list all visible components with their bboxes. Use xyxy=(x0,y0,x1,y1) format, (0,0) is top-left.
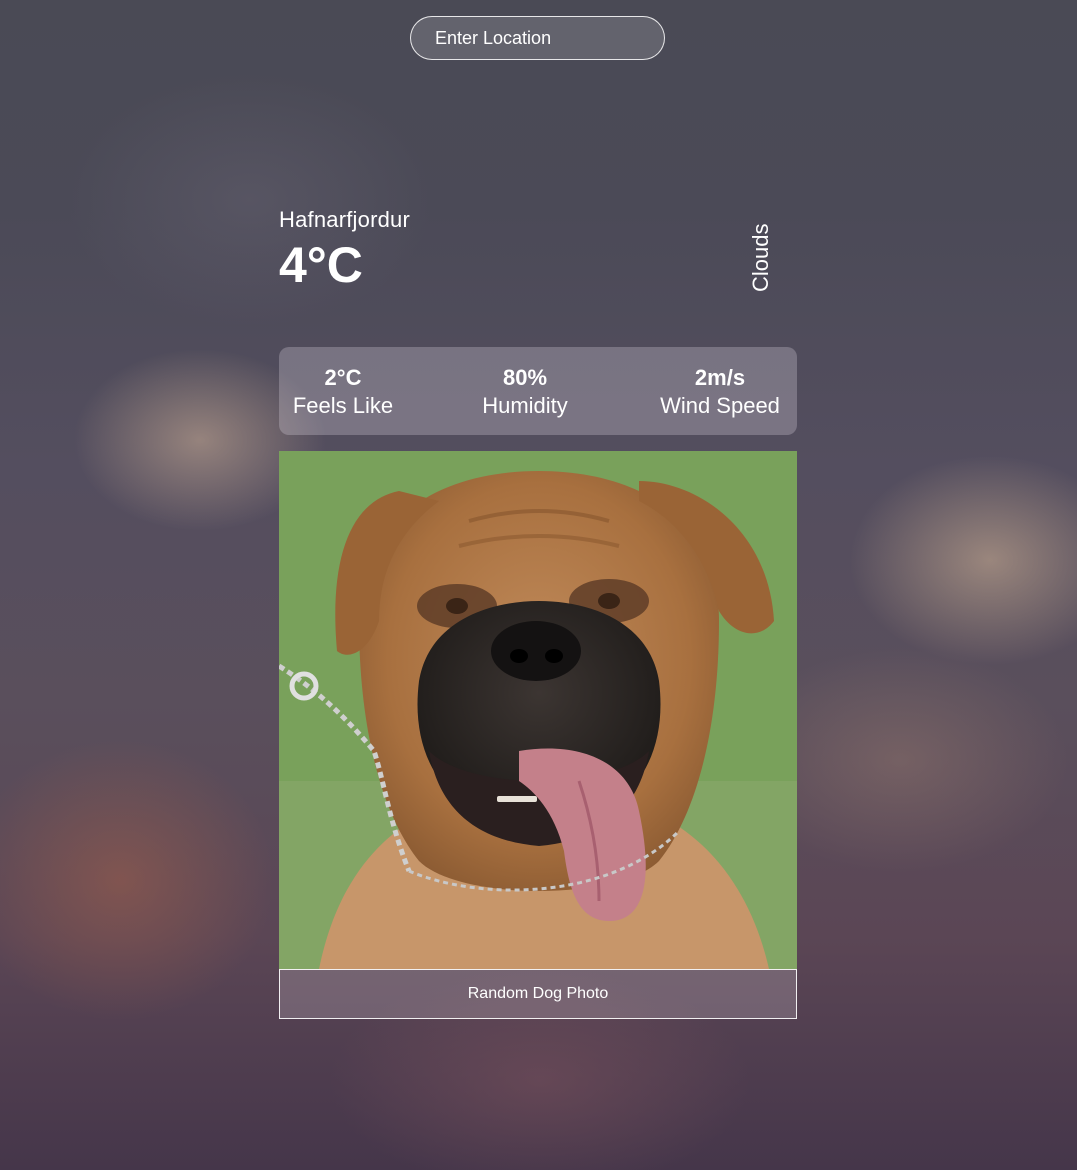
wind-speed-value: 2m/s xyxy=(694,365,746,390)
location-search-input[interactable] xyxy=(410,16,665,60)
city-name: Hafnarfjordur xyxy=(279,207,410,232)
weather-description: Clouds xyxy=(748,223,773,292)
stat-humidity: 80% Humidity xyxy=(469,364,581,420)
feels-like-label: Feels Like xyxy=(292,393,394,418)
humidity-value: 80% xyxy=(502,365,548,390)
random-dog-photo-button[interactable]: Random Dog Photo xyxy=(279,969,797,1019)
dog-photo-image xyxy=(279,451,797,969)
current-temperature: 4°C xyxy=(279,237,363,293)
weather-stats-panel: 2°C Feels Like 80% Humidity 2m/s Wind Sp… xyxy=(279,347,797,435)
wind-speed-label: Wind Speed xyxy=(660,393,780,418)
dog-photo xyxy=(279,451,797,969)
feels-like-value: 2°C xyxy=(324,365,362,390)
stat-feels-like: 2°C Feels Like xyxy=(279,364,407,420)
stat-wind-speed: 2m/s Wind Speed xyxy=(651,364,789,420)
humidity-label: Humidity xyxy=(482,393,568,418)
